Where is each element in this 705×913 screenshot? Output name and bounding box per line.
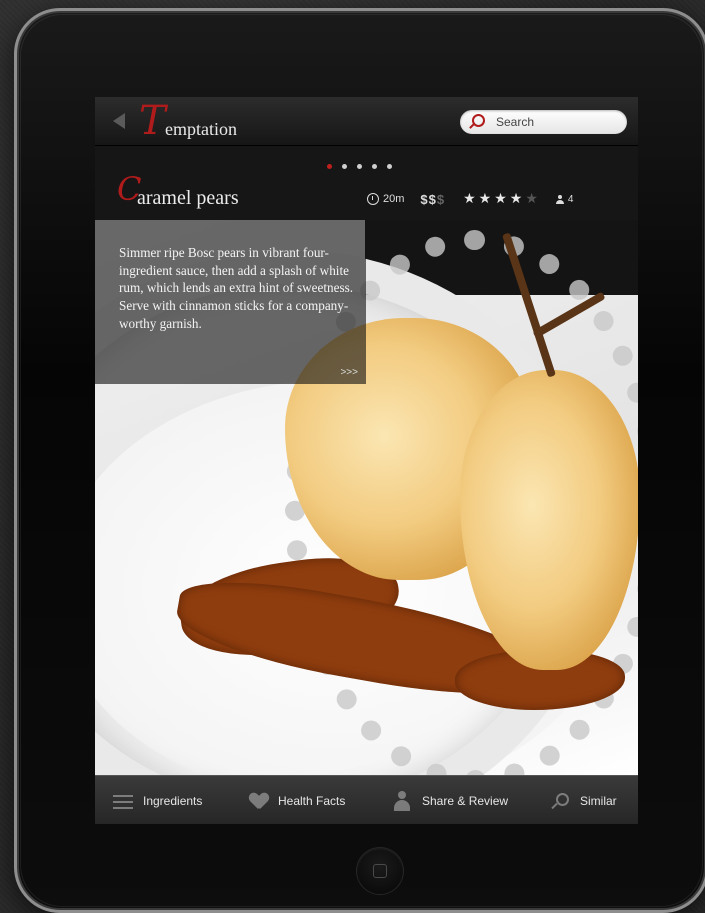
clock-icon (367, 193, 379, 205)
price-level: $$$ (420, 192, 445, 207)
app-logo-text: emptation (165, 119, 237, 139)
tab-similar-label: Similar (580, 793, 617, 808)
recipe-description: Simmer ripe Bosc pears in vibrant four-i… (119, 245, 354, 331)
page-dot[interactable] (342, 164, 347, 169)
search-placeholder: Search (496, 115, 535, 129)
recipe-description-panel: Simmer ripe Bosc pears in vibrant four-i… (95, 220, 366, 384)
page-dot[interactable] (357, 164, 362, 169)
tab-share-review-label: Share & Review (422, 793, 509, 808)
tab-ingredients[interactable]: Ingredients (113, 776, 202, 824)
servings-icon (555, 194, 564, 204)
app-screen: T emptation Search C aramel pears 20m $$… (95, 97, 638, 824)
star-icon: ★ (494, 191, 507, 207)
price-inactive: $ (436, 191, 446, 207)
pear-right (460, 370, 638, 670)
tab-health-facts[interactable]: Health Facts (250, 776, 345, 824)
back-arrow-icon[interactable] (113, 113, 125, 129)
app-logo-initial: T (139, 98, 166, 144)
tab-ingredients-label: Ingredients (143, 793, 203, 808)
servings-count: 4 (567, 193, 574, 205)
price-active: $$ (420, 191, 437, 207)
heart-icon (250, 793, 268, 809)
star-icon: ★ (478, 191, 492, 207)
search-input[interactable]: Search (460, 110, 627, 134)
search-icon (472, 114, 485, 127)
top-navigation-bar: T emptation Search (95, 97, 638, 146)
tab-similar[interactable]: Similar (550, 776, 617, 824)
page-indicator[interactable] (327, 164, 392, 169)
recipe-meta: 20m $$$ ★ ★ ★ ★ ★ 4 (367, 189, 573, 209)
tab-health-facts-label: Health Facts (278, 793, 346, 808)
page-dot[interactable] (387, 164, 392, 169)
page-dot-active[interactable] (327, 164, 332, 169)
star-icon: ★ (509, 191, 523, 207)
recipe-title: aramel pears (137, 187, 239, 209)
page-dot[interactable] (372, 164, 377, 169)
bottom-tab-bar: Ingredients Health Facts Share & Review … (95, 775, 638, 824)
person-icon (392, 790, 412, 811)
star-empty-icon: ★ (525, 191, 538, 207)
list-icon (113, 791, 133, 811)
tab-share-review[interactable]: Share & Review (392, 776, 508, 824)
magnifier-icon (550, 791, 570, 811)
cook-time: 20m (383, 193, 405, 205)
rating-stars[interactable]: ★ ★ ★ ★ ★ (463, 191, 538, 207)
star-icon: ★ (463, 191, 476, 207)
home-button[interactable] (357, 848, 403, 894)
read-more-link[interactable]: >>> (340, 367, 358, 378)
